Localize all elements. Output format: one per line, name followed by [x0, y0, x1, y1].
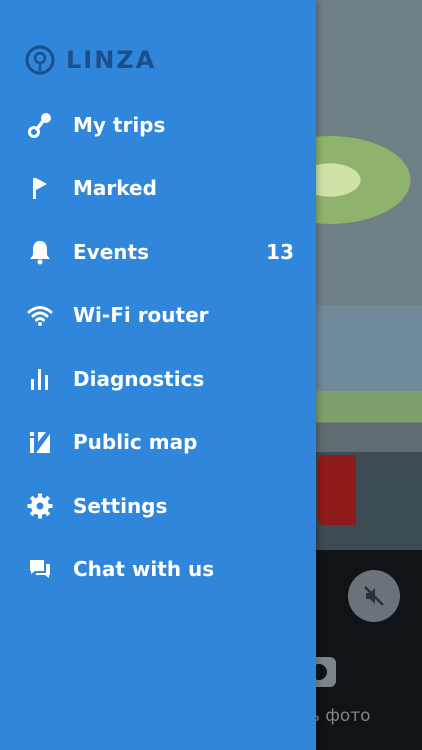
- menu-label: Settings: [73, 493, 168, 518]
- drawer-menu: My trips Marked Events 13 Wi-Fi router D…: [0, 93, 316, 601]
- menu-label: Wi-Fi router: [73, 303, 209, 328]
- menu-item-diagnostics[interactable]: Diagnostics: [0, 347, 316, 411]
- events-count-badge: 13: [266, 239, 294, 264]
- menu-label: Diagnostics: [73, 366, 205, 391]
- mute-icon: [364, 586, 384, 606]
- menu-item-my-trips[interactable]: My trips: [0, 93, 316, 157]
- menu-label: Chat with us: [73, 557, 215, 582]
- car-in-video: [318, 455, 356, 525]
- menu-label: Events: [73, 239, 149, 264]
- wifi-icon: [26, 301, 54, 329]
- flag-icon: [26, 174, 54, 202]
- menu-item-events[interactable]: Events 13: [0, 220, 316, 284]
- menu-item-marked[interactable]: Marked: [0, 157, 316, 221]
- mute-button[interactable]: [348, 570, 400, 622]
- brand-name: LINZA: [66, 46, 157, 74]
- menu-label: My trips: [73, 112, 166, 137]
- brand: LINZA: [24, 43, 156, 77]
- gear-icon: [26, 492, 54, 520]
- bars-icon: [26, 365, 54, 393]
- chat-icon: [26, 555, 54, 583]
- route-icon: [26, 111, 54, 139]
- menu-label: Public map: [73, 430, 198, 455]
- linza-logo-icon: [25, 45, 55, 75]
- menu-item-settings[interactable]: Settings: [0, 474, 316, 538]
- navigation-drawer: LINZA My trips Marked Events 13 Wi-Fi ro…: [0, 0, 316, 750]
- menu-item-wifi-router[interactable]: Wi-Fi router: [0, 284, 316, 348]
- public-map-icon: [26, 428, 54, 456]
- menu-label: Marked: [73, 176, 157, 201]
- menu-item-public-map[interactable]: Public map: [0, 411, 316, 475]
- menu-item-chat[interactable]: Chat with us: [0, 538, 316, 602]
- bell-icon: [26, 238, 54, 266]
